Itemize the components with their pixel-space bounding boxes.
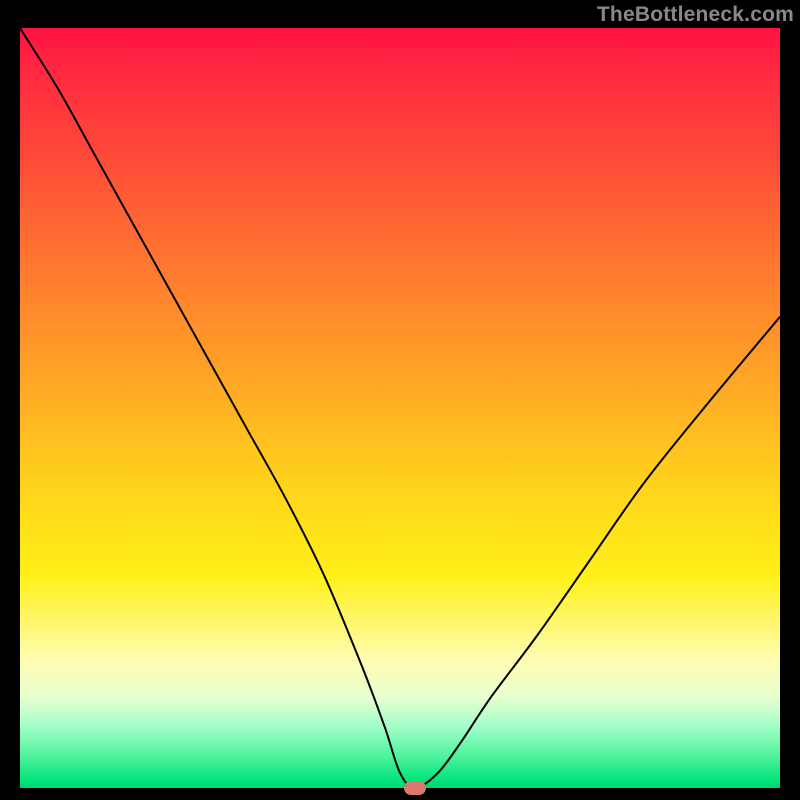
watermark-text: TheBottleneck.com bbox=[597, 3, 794, 27]
plot-area bbox=[20, 28, 780, 788]
chart-frame: TheBottleneck.com bbox=[0, 0, 800, 800]
bottleneck-curve-path bbox=[20, 28, 780, 788]
optimum-marker bbox=[404, 781, 426, 795]
curve-svg bbox=[20, 28, 780, 788]
